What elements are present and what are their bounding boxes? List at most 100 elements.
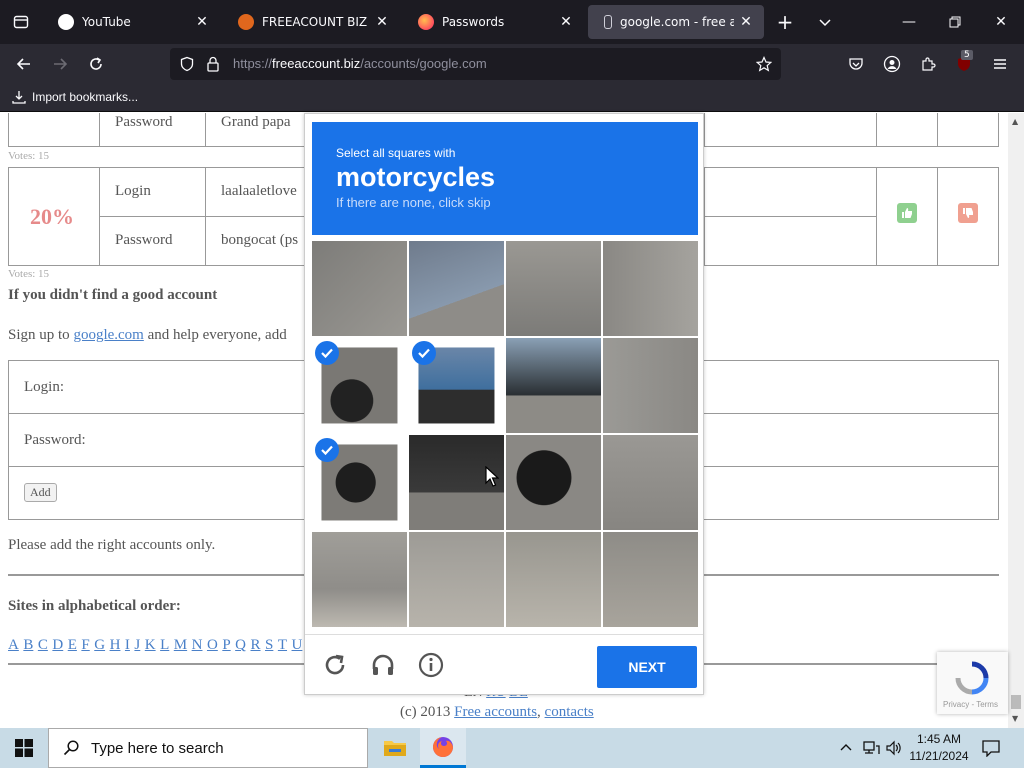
pocket-button[interactable] xyxy=(840,48,872,80)
success-rate: 20% xyxy=(30,204,74,229)
alphabet-link[interactable]: N xyxy=(192,637,203,653)
app-menu-button[interactable] xyxy=(984,48,1016,80)
close-tab-icon[interactable]: ✕ xyxy=(370,10,394,34)
free-accounts-link[interactable]: Free accounts xyxy=(454,704,537,720)
alphabet-link[interactable]: R xyxy=(251,637,261,653)
captcha-tile[interactable] xyxy=(603,338,698,433)
password-value[interactable]: Grand papa xyxy=(221,114,291,131)
firefox-taskbar-button[interactable] xyxy=(420,728,466,768)
password-value[interactable]: bongocat (ps xyxy=(221,232,298,249)
windows-logo-icon xyxy=(15,739,33,757)
captcha-tile[interactable] xyxy=(603,241,698,336)
next-button[interactable]: NEXT xyxy=(597,646,697,688)
thumbs-down-icon[interactable] xyxy=(958,203,978,223)
reload-challenge-button[interactable] xyxy=(319,649,351,681)
close-tab-icon[interactable]: ✕ xyxy=(734,10,758,34)
import-icon xyxy=(12,91,26,104)
scroll-up-icon[interactable]: ▲ xyxy=(1012,117,1018,126)
scroll-thumb[interactable] xyxy=(1011,695,1021,709)
captcha-tile[interactable] xyxy=(409,532,504,627)
alphabet-link[interactable]: H xyxy=(110,637,121,653)
help-button[interactable] xyxy=(415,649,447,681)
scroll-down-icon[interactable]: ▼ xyxy=(1012,714,1018,723)
captcha-tile[interactable] xyxy=(312,241,407,336)
alphabet-link[interactable]: K xyxy=(145,637,156,653)
file-explorer-taskbar-button[interactable] xyxy=(372,728,418,768)
alphabet-link[interactable]: L xyxy=(160,637,169,653)
tile-image xyxy=(506,241,601,336)
captcha-tile[interactable] xyxy=(409,241,504,336)
url-text[interactable]: https://freeaccount.biz/accounts/google.… xyxy=(233,56,487,71)
import-bookmarks-button[interactable]: Import bookmarks... xyxy=(12,90,138,104)
tab-passwords[interactable]: Passwords ✕ xyxy=(404,5,584,39)
list-all-tabs-button[interactable] xyxy=(802,0,848,44)
close-tab-icon[interactable]: ✕ xyxy=(554,10,578,34)
puzzle-icon xyxy=(922,57,936,71)
forward-button[interactable] xyxy=(44,48,76,80)
page-scrollbar[interactable]: ▲ ▼ xyxy=(1008,113,1024,728)
alphabet-link[interactable]: F xyxy=(81,637,89,653)
back-button[interactable] xyxy=(8,48,40,80)
copyright-footer: (c) 2013 Free accounts, contacts xyxy=(400,704,594,721)
tracking-shield-icon[interactable] xyxy=(179,56,195,72)
alphabet-link[interactable]: M xyxy=(174,637,187,653)
tile-image xyxy=(603,241,698,336)
search-placeholder: Type here to search xyxy=(91,739,224,757)
alphabet-link[interactable]: B xyxy=(23,637,33,653)
bookmark-star-icon[interactable] xyxy=(756,56,772,72)
tab-youtube[interactable]: YouTube ✕ xyxy=(44,5,220,39)
captcha-tile[interactable] xyxy=(603,532,698,627)
alphabet-link[interactable]: J xyxy=(134,637,140,653)
alphabet-link[interactable]: C xyxy=(38,637,48,653)
volume-icon[interactable] xyxy=(886,740,902,756)
alphabet-link[interactable]: G xyxy=(94,637,105,653)
add-button[interactable]: Add xyxy=(24,483,57,502)
firefox-view-button[interactable] xyxy=(0,0,42,44)
url-bar[interactable]: https://freeaccount.biz/accounts/google.… xyxy=(170,48,781,80)
account-button[interactable] xyxy=(876,48,908,80)
chevron-up-icon[interactable] xyxy=(840,742,852,754)
close-window-button[interactable]: ✕ xyxy=(978,0,1024,44)
start-button[interactable] xyxy=(0,728,48,768)
restore-button[interactable] xyxy=(932,0,978,44)
system-clock[interactable]: 1:45 AM 11/21/2024 xyxy=(906,731,972,765)
alphabet-link[interactable]: A xyxy=(8,637,19,653)
tile-image xyxy=(603,338,698,433)
alphabet-link[interactable]: U xyxy=(292,637,303,653)
audio-challenge-button[interactable] xyxy=(367,649,399,681)
recaptcha-badge[interactable]: Privacy - Terms xyxy=(937,652,1008,714)
privacy-terms-text[interactable]: Privacy - Terms xyxy=(943,700,998,709)
login-value[interactable]: laalaaletlove xyxy=(221,183,297,200)
alphabet-link[interactable]: E xyxy=(68,637,77,653)
signup-text: Sign up to google.com and help everyone,… xyxy=(8,327,287,344)
alphabet-link[interactable]: Q xyxy=(235,637,246,653)
alphabet-link[interactable]: D xyxy=(52,637,63,653)
alphabet-link[interactable]: T xyxy=(278,637,287,653)
password-label: Password xyxy=(115,232,173,248)
captcha-tile[interactable] xyxy=(506,241,601,336)
alphabet-link[interactable]: I xyxy=(125,637,130,653)
alphabet-link[interactable]: O xyxy=(207,637,218,653)
captcha-tile[interactable] xyxy=(506,435,601,530)
minimize-button[interactable]: — xyxy=(886,0,932,44)
notifications-icon[interactable] xyxy=(982,739,1000,757)
captcha-tile[interactable] xyxy=(506,338,601,433)
target-object: motorcycles xyxy=(336,162,496,192)
signup-link[interactable]: google.com xyxy=(73,327,143,343)
contacts-link[interactable]: contacts xyxy=(545,704,594,720)
tab-freeaccount[interactable]: FREEACOUNT BIZ at Du ✕ xyxy=(224,5,400,39)
lock-icon[interactable] xyxy=(206,56,220,72)
captcha-tile[interactable] xyxy=(312,532,407,627)
captcha-tile[interactable] xyxy=(603,435,698,530)
alphabet-link[interactable]: S xyxy=(265,637,273,653)
alphabet-link[interactable]: P xyxy=(222,637,230,653)
ublock-button[interactable]: 5 xyxy=(948,48,980,80)
taskbar-search[interactable]: Type here to search xyxy=(48,728,368,768)
reload-button[interactable] xyxy=(80,48,112,80)
network-icon[interactable] xyxy=(862,740,880,756)
tab-google-free-accounts[interactable]: google.com - free acco ✕ xyxy=(588,5,764,39)
thumbs-up-icon[interactable] xyxy=(897,203,917,223)
close-tab-icon[interactable]: ✕ xyxy=(190,10,214,34)
extensions-button[interactable] xyxy=(912,48,944,80)
captcha-tile[interactable] xyxy=(506,532,601,627)
